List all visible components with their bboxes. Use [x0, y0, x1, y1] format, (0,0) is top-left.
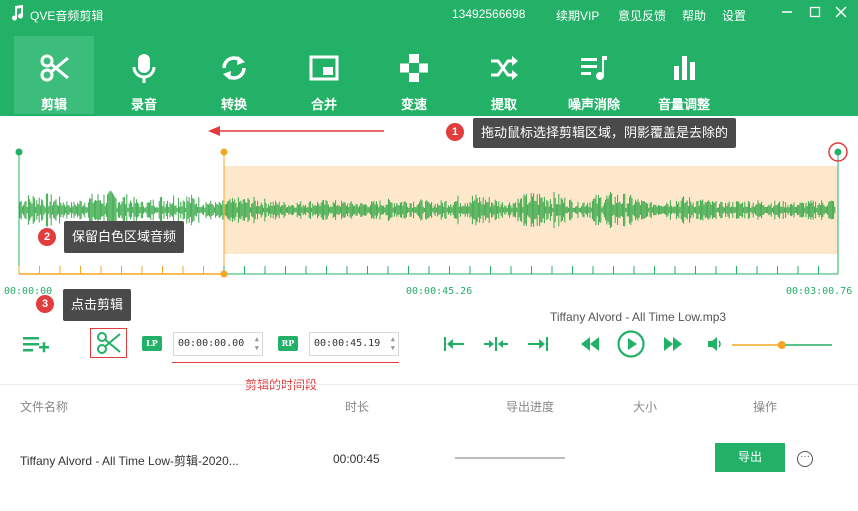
jump-middle-icon — [484, 337, 508, 351]
end-time-value: 00:00:45.19 — [314, 338, 381, 349]
maximize-icon — [809, 6, 821, 18]
drag-arrow-head — [208, 126, 220, 136]
tip-callout: 拖动鼠标选择剪辑区域，阴影覆盖是去除的 — [473, 118, 737, 148]
title-bar: QVE音频剪辑 13492566698 续期VIP 意见反馈 帮助 设置 — [0, 0, 858, 28]
add-file-button[interactable] — [22, 334, 50, 359]
volume-slider-track — [732, 341, 832, 349]
jump-start-icon — [444, 337, 464, 351]
more-options-button[interactable]: ··· — [797, 451, 813, 467]
fast-forward-button[interactable] — [663, 337, 683, 354]
speed-icon — [400, 54, 428, 82]
feedback-link[interactable]: 意见反馈 — [618, 7, 666, 24]
tool-extract[interactable]: 提取 — [464, 36, 544, 114]
volume-slider[interactable] — [732, 339, 832, 351]
tool-cut[interactable]: 剪辑 — [14, 36, 94, 114]
start-time-input[interactable]: 00:00:00.00 ▲ ▼ — [173, 332, 263, 356]
close-button[interactable] — [830, 3, 852, 23]
tip-number: 2 — [38, 228, 56, 246]
right-boundary-handle[interactable] — [834, 148, 842, 156]
tool-merge[interactable]: 合并 — [284, 36, 364, 114]
time-mid-label: 00:00:45.26 — [406, 286, 473, 297]
play-icon — [617, 330, 645, 358]
jump-to-end-button[interactable] — [527, 336, 549, 355]
tool-volume-adjust[interactable]: 音量调整 — [644, 36, 724, 114]
waveform-area[interactable]: 1 拖动鼠标选择剪辑区域，阴影覆盖是去除的 2 保留白色区域音频 00:00:0… — [0, 116, 858, 321]
column-header: 时长 — [345, 400, 370, 414]
tool-label: 合并 — [310, 97, 337, 112]
jump-end-icon — [528, 337, 548, 351]
tool-label: 噪声消除 — [567, 97, 620, 112]
file-table: 文件名称 时长 导出进度 大小 操作 Tiffany Alvord - All … — [0, 384, 858, 511]
minimize-icon — [782, 11, 792, 13]
tool-noise-removal[interactable]: 噪声消除 — [554, 36, 634, 114]
rewind-icon — [581, 337, 599, 351]
timeline-cursor[interactable] — [220, 270, 228, 278]
tip-number: 1 — [446, 123, 464, 141]
end-time-input[interactable]: 00:00:45.19 ▲ ▼ — [309, 332, 399, 356]
maximize-button[interactable] — [804, 3, 826, 23]
convert-icon — [222, 56, 246, 80]
period-underline — [172, 362, 399, 363]
export-button[interactable]: 导出 — [715, 443, 785, 472]
rewind-button[interactable] — [580, 337, 600, 354]
noise-icon — [581, 56, 607, 80]
time-end-label: 00:03:00.76 — [786, 286, 853, 297]
row-file-name: Tiffany Alvord - All Time Low-剪辑-2020... — [20, 454, 239, 468]
minimize-button[interactable] — [776, 3, 798, 23]
tool-label: 录音 — [130, 97, 157, 112]
tool-record[interactable]: 录音 — [104, 36, 184, 114]
add-list-icon — [23, 337, 49, 353]
volume-button[interactable] — [707, 337, 723, 354]
tool-label: 剪辑 — [40, 97, 67, 112]
start-time-stepper[interactable]: ▲ ▼ — [255, 335, 259, 353]
speaker-icon — [708, 337, 721, 351]
tool-label: 音量调整 — [657, 97, 710, 112]
tool-label: 转换 — [220, 97, 247, 112]
column-header: 导出进度 — [506, 400, 555, 414]
scissors-icon — [97, 332, 121, 354]
user-phone: 13492566698 — [452, 7, 526, 21]
tool-speed[interactable]: 变速 — [374, 36, 454, 114]
jump-to-middle-button[interactable] — [483, 336, 509, 355]
timeline-ticks — [18, 266, 819, 274]
start-time-value: 00:00:00.00 — [178, 338, 245, 349]
microphone-icon — [132, 54, 156, 83]
tip-callout: 保留白色区域音频 — [64, 221, 185, 253]
fast-forward-icon — [664, 337, 682, 351]
help-link[interactable]: 帮助 — [682, 7, 706, 24]
tool-label: 变速 — [400, 97, 427, 112]
tool-convert[interactable]: 转换 — [194, 36, 274, 114]
volume-adjust-icon — [674, 56, 695, 80]
left-boundary-handle[interactable] — [15, 148, 23, 156]
tip-callout: 点击剪辑 — [63, 289, 132, 321]
current-file-name: Tiffany Alvord - All Time Low.mp3 — [550, 310, 727, 324]
settings-link[interactable]: 设置 — [722, 7, 746, 24]
main-toolbar: 剪辑 录音 转换 合并 变速 提取 噪声消除 音量调整 — [0, 36, 858, 114]
column-header: 操作 — [753, 400, 778, 414]
selection-start-handle[interactable] — [220, 148, 228, 156]
music-note-icon — [12, 5, 24, 21]
scissors-icon — [40, 54, 69, 82]
jump-to-start-button[interactable] — [443, 336, 465, 355]
tool-label: 提取 — [490, 97, 517, 112]
lp-badge: LP — [142, 336, 162, 351]
close-icon — [835, 6, 847, 18]
end-time-stepper[interactable]: ▲ ▼ — [391, 335, 395, 353]
column-header: 文件名称 — [20, 400, 69, 414]
app-title: QVE音频剪辑 — [30, 9, 104, 23]
merge-icon — [309, 55, 339, 81]
play-button[interactable] — [617, 330, 645, 361]
export-progress-bar — [455, 457, 565, 459]
row-duration: 00:00:45 — [333, 452, 380, 466]
rp-badge: RP — [278, 336, 298, 351]
extract-icon — [491, 56, 518, 80]
cut-button[interactable] — [90, 328, 127, 358]
renew-vip-link[interactable]: 续期VIP — [556, 7, 599, 24]
app-header: QVE音频剪辑 13492566698 续期VIP 意见反馈 帮助 设置 剪辑 — [0, 0, 858, 116]
table-divider — [0, 384, 858, 385]
column-header: 大小 — [633, 400, 658, 414]
